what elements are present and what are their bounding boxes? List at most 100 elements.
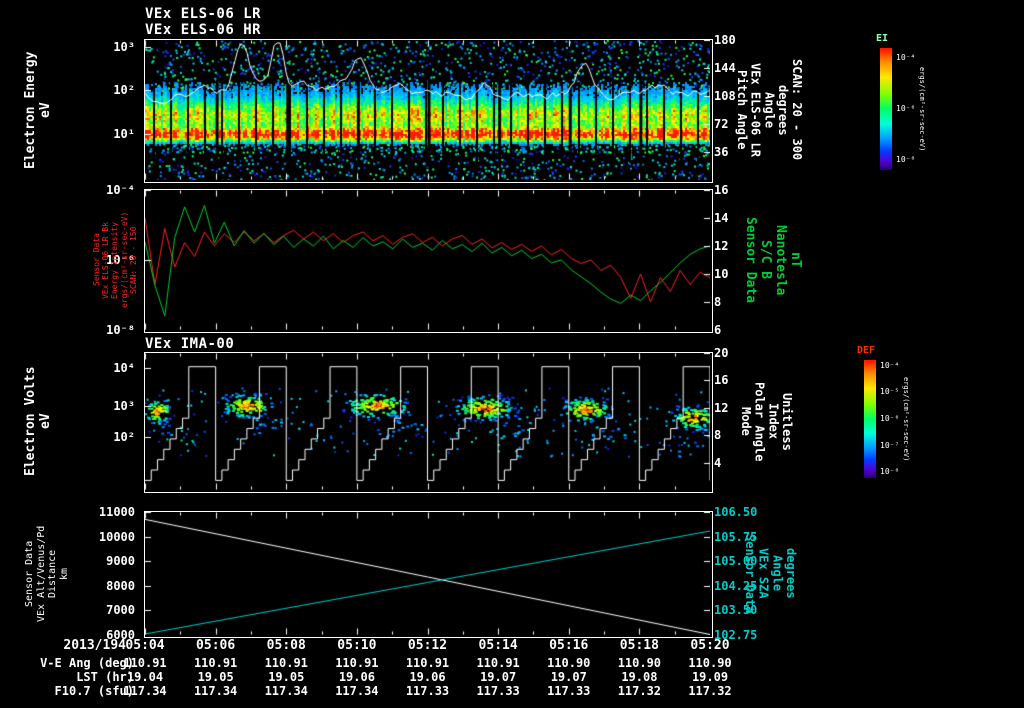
- colorbar-caption-text: ergs/(cm²-sr-sec-eV): [902, 376, 911, 462]
- time-tick-label: 05:20: [690, 638, 730, 653]
- panel3-left-tick: 10²: [113, 429, 135, 444]
- els-spectrogram-canvas: [145, 40, 710, 180]
- bottom-row-value: 117.33: [547, 684, 591, 698]
- time-tick-label: 05:14: [478, 638, 518, 653]
- panel1-right-axis-label: Pitch Angle VEx ELS-06 LR Angle degrees SCAN…: [734, 40, 804, 180]
- panel3-left-axis-label: Electron Volts eV: [23, 353, 54, 490]
- panel3-left-axis-label-line: Electron Volts: [23, 366, 38, 477]
- panel4-right-axis-label-line: Sensor Data: [742, 533, 757, 614]
- panel-altitude-sza: [144, 511, 713, 638]
- panel1-right-axis-label-line: SCAN: 20 - 300: [789, 59, 804, 161]
- bottom-row-value: 19.05: [268, 670, 305, 684]
- panel-ima-spectrogram: [144, 352, 713, 493]
- panel3-right-tick: 8: [714, 428, 722, 443]
- panel1-left-tick: 10²: [113, 83, 135, 98]
- panel4-right-axis-label-line: degrees: [784, 548, 799, 599]
- bottom-row-value: 19.05: [197, 670, 234, 684]
- bottom-row-value: 110.91: [476, 656, 520, 670]
- bottom-row-value: 110.91: [264, 656, 308, 670]
- bottom-row-value: 117.32: [688, 684, 732, 698]
- ima-spectrogram-canvas: [145, 353, 710, 490]
- bottom-row-value: 110.91: [405, 656, 450, 670]
- panel3-right-axis-label-line: Index: [766, 403, 781, 440]
- time-tick-label: 05:12: [407, 638, 448, 653]
- panel4-left-axis-label-line: Sensor Data: [24, 540, 35, 607]
- panel2-right-tick: 16: [714, 183, 729, 197]
- panel1-left-tick: 10¹: [113, 126, 135, 141]
- panel1-right-tick: 36: [714, 145, 729, 159]
- bottom-row-value: 117.33: [476, 684, 520, 698]
- panel1-right-axis-label-line: Pitch Angle: [734, 70, 749, 150]
- panel4-left-axis-label-line: km: [58, 567, 70, 580]
- panel2-right-tick: 10: [714, 267, 729, 281]
- colorbar-tick: 10⁻⁵: [880, 386, 900, 396]
- panel1-left-axis-label-line: eV: [37, 102, 53, 118]
- panel1-right-tick: 72: [714, 117, 729, 131]
- intensity-bfield-canvas: [145, 190, 710, 330]
- panel2-left-axis-label-line: Sensor Data: [92, 233, 101, 287]
- panel2-right-tick: 8: [714, 295, 722, 309]
- colorbar: [864, 360, 876, 478]
- panel3-right-axis-label-line: Unitless: [780, 392, 795, 451]
- panel4-left-axis-label-line: VEx Alt/Venus/Pd: [35, 525, 47, 622]
- time-tick-label: 05:06: [196, 638, 236, 653]
- panel-intensity-bfield: [144, 189, 713, 333]
- panel1-left-axis-label-line: Electron Energy: [23, 51, 38, 169]
- bottom-row-value: 19.07: [480, 670, 517, 684]
- panel2-right-axis-label: Sensor Data S/C B Nanotesla nT: [742, 190, 803, 330]
- bottom-row-value: 110.90: [547, 656, 591, 670]
- colorbar: [880, 48, 892, 170]
- panel3-right-axis-label-line: Mode: [738, 407, 753, 436]
- time-tick-label: 05:18: [619, 638, 659, 653]
- panel4-left-axis-label: Sensor Data VEx Alt/Venus/Pd Distance km: [24, 512, 70, 635]
- panel2-left-axis-label: Sensor Data VEx ELS-06 LR Bk Energy Intens…: [92, 190, 138, 330]
- panel2-right-axis-label-line: Nanotesla: [772, 224, 788, 296]
- panel3-left-tick: 10³: [113, 399, 135, 414]
- panel3-left-axis-label-line: eV: [37, 413, 53, 430]
- panel4-right-axis-label-line: VEx SZA: [756, 548, 771, 599]
- bottom-row-value: 19.06: [409, 670, 446, 684]
- panel3-right-axis-label-line: Polar Angle: [752, 381, 767, 462]
- bottom-row-value: 110.90: [617, 656, 662, 670]
- colorbar-tick: 10⁻⁶: [880, 414, 900, 423]
- panel4-right-axis-label: Sensor Data VEx SZA Angle degrees: [742, 512, 799, 635]
- panel3-right-tick: 4: [714, 455, 722, 470]
- panel2-right-tick: 6: [714, 323, 722, 337]
- date-label: 2013/194: [63, 638, 126, 653]
- colorbar-caption: ergs/(cm²-sr-sec-eV): [902, 360, 910, 478]
- bottom-row-value: 110.91: [123, 656, 167, 670]
- panel1-title-line2: VEx ELS-06 HR: [145, 22, 262, 38]
- panel2-right-axis-label-line: S/C B: [757, 240, 773, 280]
- bottom-row-value: 117.33: [405, 684, 450, 698]
- panel2-left-axis-label-line: ergs/(cm²-sr-sec-eV): [119, 211, 129, 309]
- panel3-right-tick: 12: [714, 400, 729, 415]
- bottom-row-value: 19.04: [126, 670, 164, 684]
- colorbar-tick: 10⁻⁴: [880, 360, 900, 370]
- colorbar-tick: 10⁻⁴: [896, 52, 916, 62]
- panel1-left-axis-label: Electron Energy eV: [23, 40, 54, 180]
- panel2-left-axis-label-line: VEx ELS-06 LR Bk: [101, 221, 111, 299]
- time-tick-label: 05:16: [549, 638, 589, 653]
- panel1-right-tick: 108: [714, 89, 736, 103]
- panel1-right-tick: 180: [714, 33, 736, 47]
- panel1-right-tick: 144: [714, 61, 736, 75]
- bottom-row-value: 19.09: [691, 670, 729, 684]
- colorbar-title: EI: [876, 33, 889, 44]
- colorbar-title: DEF: [857, 345, 876, 356]
- bottom-row-value: 117.34: [264, 684, 308, 698]
- time-tick-label: 05:10: [337, 638, 377, 653]
- colorbar-caption-text: ergs/(cm²-sr-sec-eV): [918, 66, 927, 152]
- bottom-row-value: 19.06: [338, 670, 375, 684]
- colorbar-tick: 10⁻⁸: [896, 155, 916, 165]
- panel2-right-axis-label-line: nT: [787, 252, 803, 268]
- bottom-row-value: 110.91: [193, 656, 238, 670]
- panel4-left-axis-label-line: Distance: [47, 549, 58, 598]
- bottom-row-value: 19.08: [621, 670, 658, 684]
- panel3-title: VEx IMA-00: [145, 336, 235, 352]
- vex-quicklook-plot: VEx ELS-06 LR VEx ELS-06 HR VEx IMA-00 1…: [0, 0, 1024, 708]
- panel1-right-axis-label-line: degrees: [776, 84, 791, 136]
- panel3-left-tick: 10⁴: [113, 361, 135, 376]
- panel-els-spectrogram: [144, 39, 713, 183]
- panel4-right-axis-label-line: Angle: [770, 555, 785, 592]
- panel2-right-tick: 14: [714, 211, 729, 225]
